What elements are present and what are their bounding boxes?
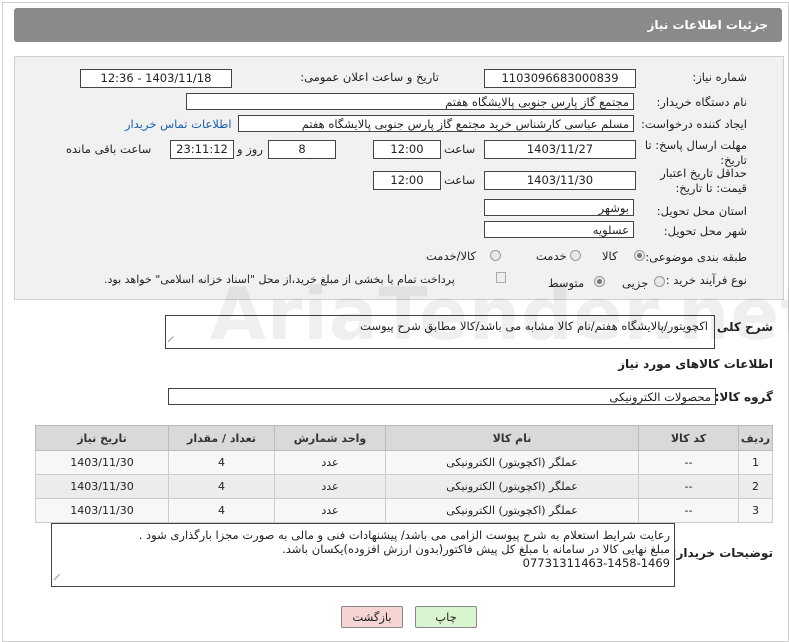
resize-handle-icon[interactable] xyxy=(167,335,180,349)
table-row: 3 -- عملگر (اکچویتور) الکترونیکی عدد 4 1… xyxy=(35,498,773,523)
goods-table-header: ردیف کد کالا نام کالا واحد شمارش تعداد /… xyxy=(35,425,773,451)
back-button[interactable]: بازگشت xyxy=(341,606,403,628)
process-minor-radio[interactable] xyxy=(654,276,665,287)
col-unit: واحد شمارش xyxy=(274,425,386,451)
price-validity-time-label: ساعت xyxy=(444,173,476,187)
buyer-org-field[interactable]: مجتمع گاز پارس جنوبی پالایشگاه هفتم xyxy=(186,93,634,110)
process-minor-label: جزیی xyxy=(622,276,649,290)
item-need-date: 1403/11/30 xyxy=(35,474,169,499)
days-label: روز و xyxy=(237,142,263,156)
col-need-date: تاریخ نیاز xyxy=(35,425,169,451)
announce-datetime-field[interactable]: 1403/11/18 - 12:36 xyxy=(80,69,232,88)
need-number-label: شماره نیاز: xyxy=(692,70,747,84)
category-label: طبقه بندی موضوعی: xyxy=(645,250,747,264)
category-both-label: کالا/خدمت xyxy=(426,249,477,263)
col-name: نام کالا xyxy=(385,425,639,451)
buyer-notes-text: رعایت شرایط استعلام به شرح پیوست الزامی … xyxy=(139,528,670,570)
buyer-notes-line-2: مبلغ نهایی کالا در سامانه با مبلغ کل پیش… xyxy=(282,542,670,556)
item-unit: عدد xyxy=(274,450,386,475)
treasury-payment-checkbox[interactable] xyxy=(496,272,506,283)
category-goods-radio[interactable] xyxy=(634,250,645,261)
item-code: -- xyxy=(638,450,739,475)
col-row: ردیف xyxy=(738,425,773,451)
item-name: عملگر (اکچویتور) الکترونیکی xyxy=(385,450,639,475)
goods-section-title: اطلاعات کالاهای مورد نیاز xyxy=(618,357,773,371)
table-row: 1 -- عملگر (اکچویتور) الکترونیکی عدد 4 1… xyxy=(35,450,773,475)
category-service-label: خدمت xyxy=(536,249,567,263)
province-label: استان محل تحویل: xyxy=(656,204,747,218)
announce-label: تاریخ و ساعت اعلان عمومی: xyxy=(300,70,439,84)
row-number: 2 xyxy=(738,474,773,499)
print-button[interactable]: چاپ xyxy=(415,606,477,628)
process-medium-label: متوسط xyxy=(548,276,585,290)
item-unit: عدد xyxy=(274,498,386,523)
col-quantity: تعداد / مقدار xyxy=(168,425,275,451)
city-label: شهر محل تحویل: xyxy=(663,224,747,238)
row-number: 3 xyxy=(738,498,773,523)
province-field[interactable]: بوشهر xyxy=(484,199,634,216)
price-validity-date-field[interactable]: 1403/11/30 xyxy=(484,171,636,190)
item-name: عملگر (اکچویتور) الکترونیکی xyxy=(385,498,639,523)
page-header: جزئیات اطلاعات نیاز xyxy=(14,8,782,42)
item-quantity: 4 xyxy=(168,498,275,523)
item-need-date: 1403/11/30 xyxy=(35,450,169,475)
city-field[interactable]: عسلویه xyxy=(484,221,634,238)
table-row: 2 -- عملگر (اکچویتور) الکترونیکی عدد 4 1… xyxy=(35,474,773,499)
creator-field[interactable]: مسلم عباسی کارشناس خرید مجتمع گاز پارس ج… xyxy=(238,115,634,132)
process-label: نوع فرآیند خرید : xyxy=(665,273,747,287)
page-title: جزئیات اطلاعات نیاز xyxy=(647,18,768,32)
days-remaining-field[interactable]: 8 xyxy=(268,140,336,159)
general-desc-field[interactable]: اکچویتور/پالایشگاه هفتم/نام کالا مشابه م… xyxy=(165,315,715,349)
item-code: -- xyxy=(638,498,739,523)
item-quantity: 4 xyxy=(168,474,275,499)
buyer-notes-line-1: رعایت شرایط استعلام به شرح پیوست الزامی … xyxy=(138,528,670,542)
goods-group-label: گروه کالا: xyxy=(714,390,773,404)
buyer-notes-label: توضیحات خریدار: xyxy=(671,546,773,560)
general-desc-text: اکچویتور/پالایشگاه هفتم/نام کالا مشابه م… xyxy=(360,319,708,333)
buyer-notes-field[interactable]: رعایت شرایط استعلام به شرح پیوست الزامی … xyxy=(51,523,675,587)
goods-group-field[interactable]: محصولات الکترونیکی xyxy=(168,388,716,405)
buyer-notes-line-3: 07731311463-1458-1469 xyxy=(522,556,670,570)
need-number-field[interactable]: 1103096683000839 xyxy=(484,69,636,88)
item-unit: عدد xyxy=(274,474,386,499)
deadline-date-field[interactable]: 1403/11/27 xyxy=(484,140,636,159)
price-validity-time-field[interactable]: 12:00 xyxy=(373,171,441,190)
remaining-label: ساعت باقی مانده xyxy=(66,142,152,156)
buyer-contact-link[interactable]: اطلاعات تماس خریدار xyxy=(125,117,232,131)
creator-label: ایجاد کننده درخواست: xyxy=(641,117,747,131)
price-validity-label: حداقل تاریخ اعتبار قیمت: تا تاریخ: xyxy=(660,166,747,195)
goods-table: ردیف کد کالا نام کالا واحد شمارش تعداد /… xyxy=(35,425,773,523)
treasury-payment-note: پرداخت تمام یا بخشی از مبلغ خرید،از محل … xyxy=(104,273,455,286)
deadline-label: مهلت ارسال پاسخ: تا تاریخ: xyxy=(644,138,747,167)
deadline-time-field[interactable]: 12:00 xyxy=(373,140,441,159)
item-quantity: 4 xyxy=(168,450,275,475)
item-code: -- xyxy=(638,474,739,499)
item-need-date: 1403/11/30 xyxy=(35,498,169,523)
row-number: 1 xyxy=(738,450,773,475)
col-code: کد کالا xyxy=(638,425,739,451)
category-both-radio[interactable] xyxy=(490,250,501,261)
process-medium-radio[interactable] xyxy=(594,276,605,287)
category-service-radio[interactable] xyxy=(570,250,581,261)
remaining-time-field[interactable]: 23:11:12 xyxy=(170,140,234,159)
category-goods-label: کالا xyxy=(602,249,618,263)
buyer-org-label: نام دستگاه خریدار: xyxy=(656,95,747,109)
item-name: عملگر (اکچویتور) الکترونیکی xyxy=(385,474,639,499)
deadline-time-label: ساعت xyxy=(444,142,476,156)
resize-handle-icon[interactable] xyxy=(53,573,66,587)
